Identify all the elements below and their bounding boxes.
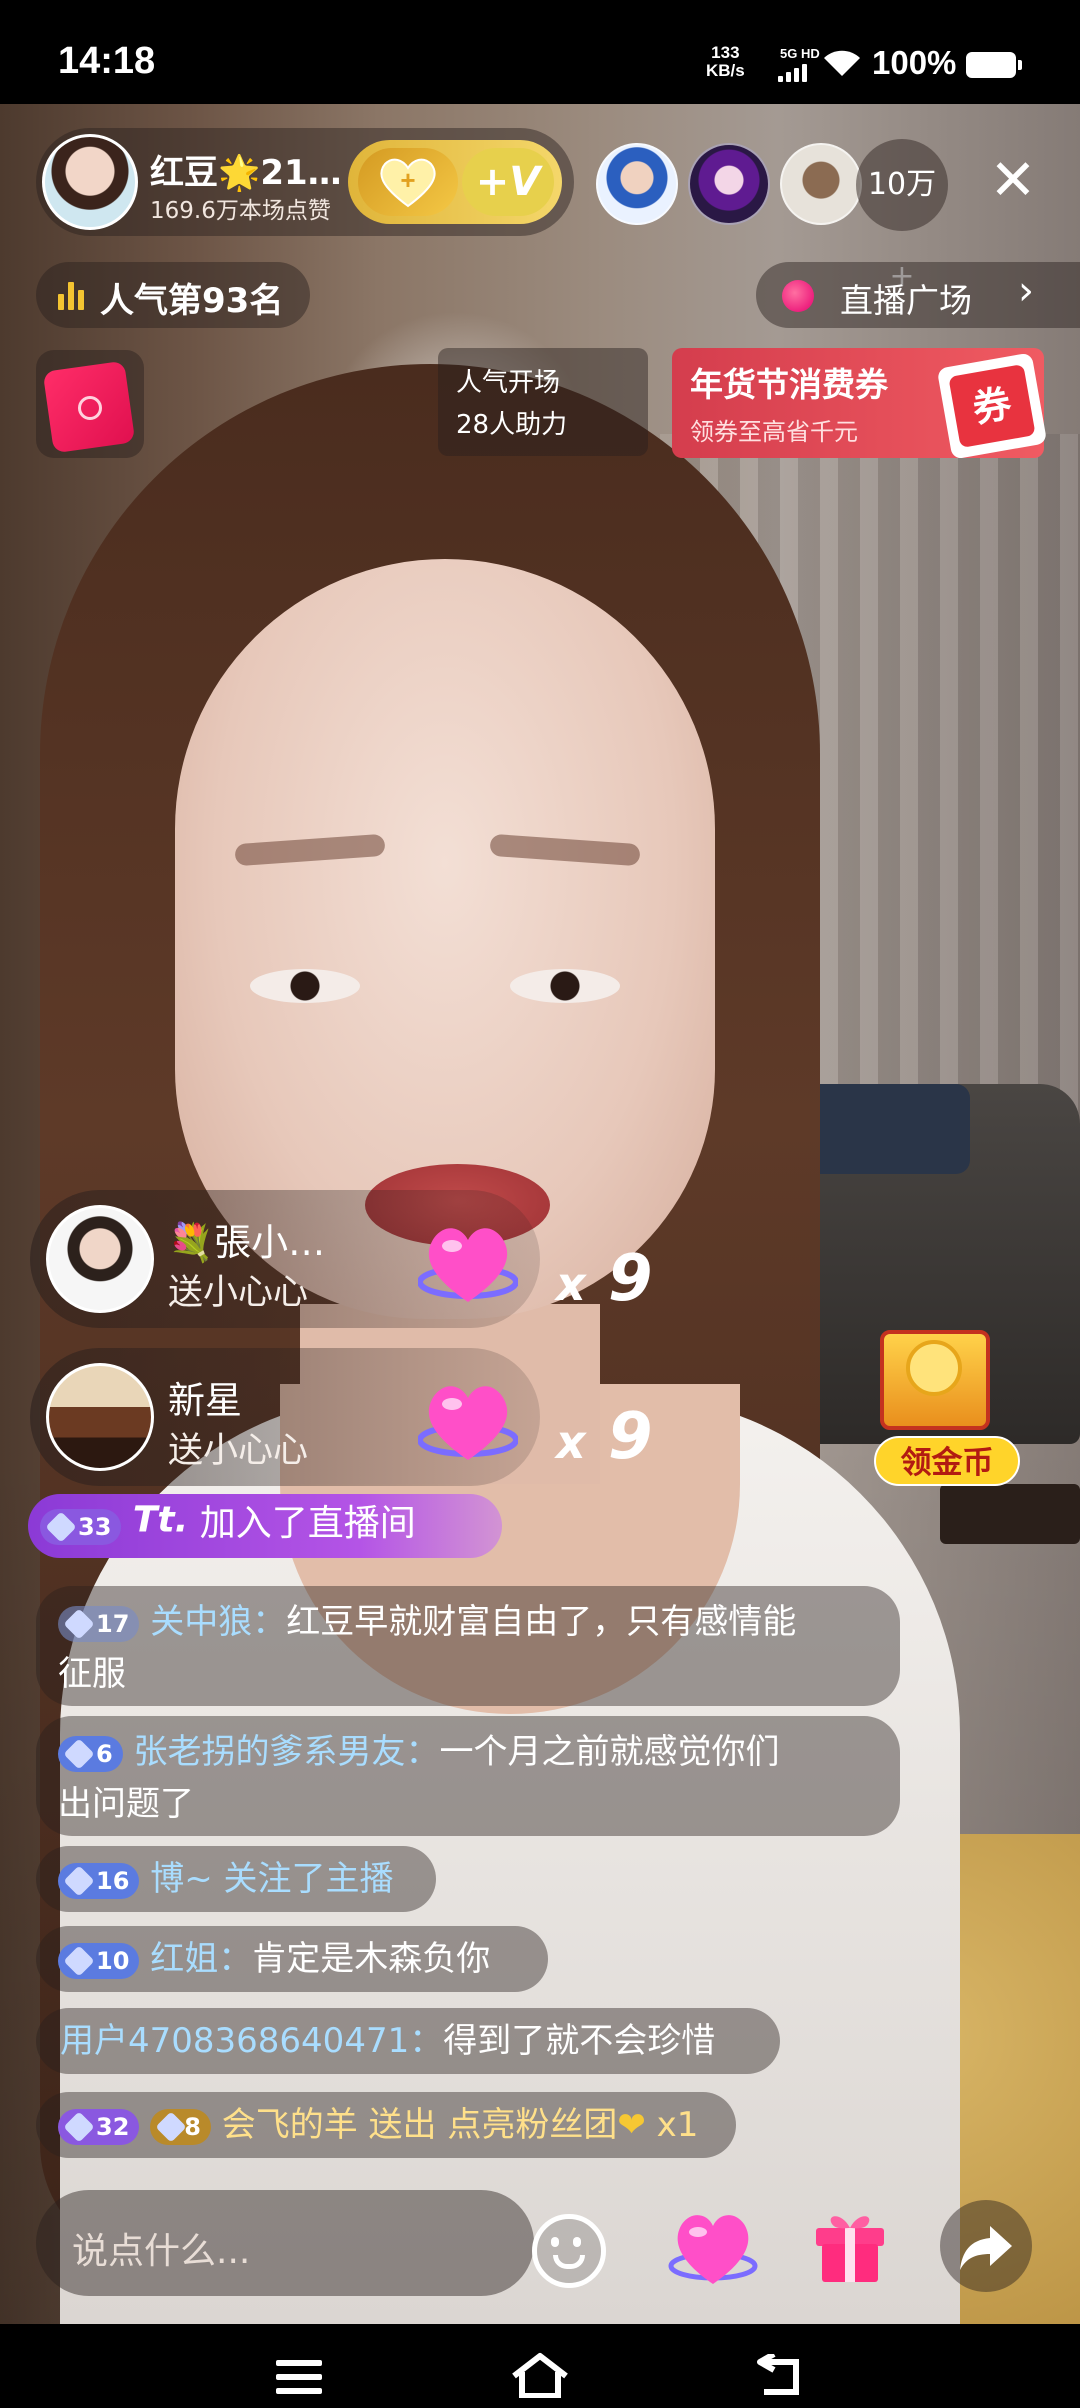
join-text: 加入了直播间 bbox=[188, 1503, 416, 1544]
gift-name: 点亮粉丝团 bbox=[447, 2105, 618, 2145]
live-square-icon bbox=[782, 280, 814, 312]
viewer-count[interactable]: 10万+ bbox=[856, 139, 948, 294]
treasure-chest-icon[interactable] bbox=[880, 1330, 990, 1430]
gift-count: x 9 bbox=[556, 1242, 652, 1316]
recent-apps-icon[interactable] bbox=[276, 2360, 322, 2394]
chat-text: 肯定是木森负你 bbox=[252, 1939, 491, 1979]
chat-username[interactable]: 用户4708368640471： bbox=[60, 2021, 443, 2061]
user-level-badge: 16 bbox=[58, 1862, 140, 1899]
popularity-title: 人气开场 bbox=[456, 368, 561, 398]
small-heart-gift-icon bbox=[418, 1386, 518, 1460]
popularity-rank[interactable]: 人气第93名 bbox=[100, 273, 283, 322]
join-notification[interactable]: 33 Tt. 加入了直播间 bbox=[28, 1494, 502, 1558]
home-icon[interactable] bbox=[508, 2352, 572, 2398]
v-badge-button[interactable]: +V bbox=[462, 148, 554, 216]
host-name[interactable]: 红豆🌟21… bbox=[150, 145, 342, 194]
chat-username[interactable]: 关中狼： bbox=[150, 1602, 286, 1642]
emoji-icon[interactable] bbox=[532, 2214, 606, 2288]
user-level-badge: 17 bbox=[58, 1605, 140, 1642]
bar-chart-icon bbox=[58, 280, 88, 310]
gift-sender-name: 💐張小… bbox=[168, 1221, 326, 1264]
heart-icon[interactable] bbox=[668, 2202, 758, 2292]
gift-action: 送小心心 bbox=[168, 1431, 309, 1471]
coupon-tag-text: 券 bbox=[948, 363, 1036, 449]
chat-message[interactable]: 6 张老拐的爹系男友：一个月之前就感觉你们 出问题了 bbox=[36, 1716, 900, 1836]
signal-bars-icon bbox=[778, 62, 812, 82]
fan-club-badge: 8 bbox=[150, 2108, 211, 2145]
svg-text:+: + bbox=[400, 165, 415, 195]
viewer-avatar-2[interactable] bbox=[688, 143, 770, 225]
network-speed-unit: KB/s bbox=[706, 61, 745, 80]
chat-username[interactable]: 张老拐的爹系男友： bbox=[134, 1732, 440, 1772]
popularity-helpers: 28人助力 bbox=[456, 410, 568, 440]
viewer-avatar-3[interactable] bbox=[780, 143, 862, 225]
follow-text[interactable]: 博~ 关注了主播 bbox=[150, 1859, 393, 1899]
chat-text: 红豆早就财富自由了，只有感情能 bbox=[286, 1602, 797, 1642]
coin-reward-label[interactable]: 领金币 bbox=[874, 1436, 1020, 1486]
small-heart-gift-icon bbox=[418, 1228, 518, 1302]
wifi-icon bbox=[824, 50, 860, 76]
chat-text: 得到了就不会珍惜 bbox=[443, 2021, 716, 2061]
gift-sender-avatar[interactable] bbox=[46, 1363, 154, 1471]
host-avatar[interactable] bbox=[42, 134, 138, 230]
chat-message[interactable]: 10 红姐：肯定是木森负你 bbox=[36, 1926, 548, 1992]
pillow-background bbox=[800, 1084, 970, 1174]
chat-message[interactable]: 17 关中狼：红豆早就财富自由了，只有感情能 征服 bbox=[36, 1586, 900, 1706]
status-time: 14:18 bbox=[58, 40, 156, 82]
user-level-badge: 10 bbox=[58, 1942, 140, 1979]
coupon-subtitle: 领券至高省千元 bbox=[690, 418, 858, 446]
battery-percent: 100% bbox=[872, 44, 957, 81]
chevron-right-icon[interactable]: › bbox=[1018, 268, 1034, 314]
heart-gift-icon: ❤ bbox=[617, 2105, 646, 2145]
user-level-badge: 32 bbox=[58, 2108, 140, 2145]
follow-message[interactable]: 16 博~ 关注了主播 bbox=[36, 1846, 436, 1912]
coupon-title: 年货节消费券 bbox=[690, 365, 888, 404]
network-speed-value: 133 bbox=[711, 43, 740, 62]
gift-count: x1 bbox=[645, 2105, 699, 2145]
chat-text-continued: 出问题了 bbox=[58, 1784, 194, 1824]
status-bar: 14:18 133 KB/s 5G HD 100% bbox=[0, 0, 1080, 104]
battery-icon bbox=[966, 52, 1022, 78]
viewer-avatar-1[interactable] bbox=[596, 143, 678, 225]
gift-count: x 9 bbox=[556, 1400, 652, 1474]
network-speed: 133 KB/s bbox=[706, 44, 745, 80]
gift-action-text: 送出 bbox=[357, 2105, 448, 2145]
gift-count-x: x bbox=[556, 1415, 586, 1469]
chat-text-continued: 征服 bbox=[58, 1654, 126, 1694]
gift-count-number: 9 bbox=[607, 1400, 653, 1474]
back-icon[interactable] bbox=[752, 2354, 808, 2398]
user-level-badge: 33 bbox=[40, 1509, 122, 1545]
gift-count-x: x bbox=[556, 1257, 586, 1311]
coupon-ticket-icon: 券 bbox=[936, 352, 1048, 460]
red-packet-icon[interactable] bbox=[36, 350, 144, 458]
share-icon[interactable] bbox=[940, 2200, 1032, 2292]
gift-action: 送小心心 bbox=[168, 1273, 309, 1313]
gift-count-number: 9 bbox=[607, 1242, 653, 1316]
gift-sender-name: 新星 bbox=[168, 1379, 242, 1422]
close-icon[interactable]: ✕ bbox=[980, 148, 1046, 214]
gift-sender-avatar[interactable] bbox=[46, 1205, 154, 1313]
gift-icon[interactable] bbox=[812, 2206, 888, 2284]
comment-placeholder[interactable]: 说点什么... bbox=[72, 2222, 250, 2274]
chat-text: 一个月之前就感觉你们 bbox=[439, 1732, 780, 1772]
chat-message[interactable]: 用户4708368640471：得到了就不会珍惜 bbox=[36, 2008, 780, 2074]
gift-message[interactable]: 32 8 会飞的羊 送出 点亮粉丝团❤ x1 bbox=[36, 2092, 736, 2158]
host-likes: 169.6万本场点赞 bbox=[150, 198, 331, 224]
left-eye bbox=[250, 969, 360, 1003]
chat-username[interactable]: 红姐： bbox=[150, 1939, 252, 1979]
signal-type-label: 5G HD bbox=[780, 46, 820, 61]
user-level-badge: 6 bbox=[58, 1735, 123, 1772]
chat-username[interactable]: 会飞的羊 bbox=[222, 2105, 358, 2145]
heart-plus-icon[interactable]: + bbox=[358, 148, 458, 216]
live-square-label[interactable]: 直播广场 bbox=[840, 274, 972, 322]
right-eye bbox=[510, 969, 620, 1003]
join-user[interactable]: Tt. bbox=[133, 1500, 188, 1541]
